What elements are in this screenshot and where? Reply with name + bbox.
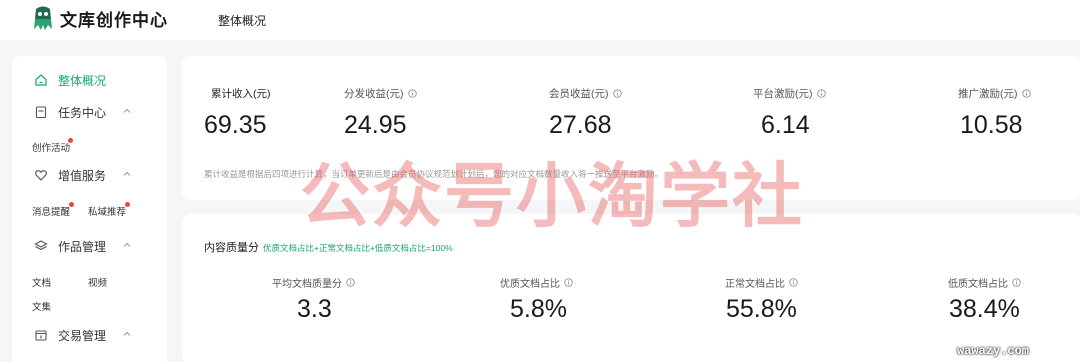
sidebar-item-label: 任务中心: [58, 105, 107, 120]
info-icon[interactable]: [612, 89, 622, 98]
sidebar-item-value-added[interactable]: 增值服务: [12, 162, 167, 188]
quality-label-average: 平均文档质量分: [272, 275, 355, 290]
metric-label-text: 会员收益(元): [549, 88, 609, 100]
home-icon: [35, 74, 47, 86]
quality-label-text: 正常文档占比: [725, 279, 785, 290]
layers-icon: [34, 240, 48, 251]
nav-overview[interactable]: 整体概况: [218, 12, 266, 29]
logo[interactable]: 文库创作中心: [32, 5, 168, 31]
sidebar-item-label: 整体概况: [58, 73, 107, 88]
metric-value-distribution: 24.95: [344, 111, 407, 139]
chevron-up-icon: [123, 171, 131, 176]
metric-label-text: 平台激励(元): [753, 88, 813, 100]
metric-label-text: 分发收益(元): [344, 88, 404, 100]
sidebar-item-label: 增值服务: [58, 168, 107, 183]
metric-label-promotion-incentive: 推广激励(元): [958, 86, 1031, 101]
sidebar-sub-create-activity[interactable]: 创作活动: [32, 140, 70, 154]
quality-value-high: 5.8%: [510, 295, 567, 323]
logo-text: 文库创作中心: [60, 10, 168, 30]
watermark-text: 公众号小淘学社: [300, 155, 804, 237]
chevron-up-icon: [123, 331, 131, 336]
sidebar-sub-message-reminder[interactable]: 消息提醒: [32, 204, 70, 218]
sidebar: 整体概况 任务中心 创作活动 增值服务 消息提醒 私域推荐 作品管理 文档 视频…: [12, 56, 167, 362]
quality-value-low: 38.4%: [949, 295, 1020, 323]
info-icon[interactable]: [564, 278, 573, 287]
info-icon[interactable]: [789, 278, 798, 287]
sidebar-item-overview[interactable]: 整体概况: [12, 67, 167, 93]
metric-value-membership: 27.68: [549, 111, 612, 139]
watermark-site: wawazy.com: [957, 344, 1030, 358]
quality-label-normal: 正常文档占比: [725, 275, 798, 290]
sidebar-item-transactions[interactable]: 交易管理: [12, 322, 167, 348]
metric-label-membership: 会员收益(元): [549, 86, 622, 101]
quality-formula: 优质文档占比+正常文档占比+低质文档占比=100%: [263, 243, 453, 253]
quality-label-high: 优质文档占比: [500, 275, 573, 290]
top-bar: 文库创作中心 整体概况: [0, 0, 1080, 40]
notification-dot: [125, 202, 130, 207]
sidebar-sub-collection[interactable]: 文集: [32, 299, 51, 313]
quality-header: 内容质量分 优质文档占比+正常文档占比+低质文档占比=100%: [204, 239, 453, 255]
quality-label-text: 优质文档占比: [500, 279, 560, 290]
metric-value-platform-incentive: 6.14: [761, 111, 810, 139]
notification-dot: [68, 138, 73, 143]
sidebar-item-works[interactable]: 作品管理: [12, 233, 167, 259]
info-icon[interactable]: [407, 89, 417, 98]
notification-dot: [69, 202, 74, 207]
metric-value-promotion-incentive: 10.58: [960, 111, 1023, 139]
quality-value-normal: 55.8%: [726, 295, 797, 323]
heart-icon: [35, 170, 47, 181]
task-icon: [35, 106, 47, 119]
sidebar-item-tasks[interactable]: 任务中心: [12, 99, 167, 125]
metric-value-total-income: 69.35: [204, 111, 267, 139]
metric-label-distribution: 分发收益(元): [344, 86, 417, 101]
transaction-icon: [35, 330, 47, 341]
chevron-up-icon: [123, 108, 131, 113]
info-icon[interactable]: [1012, 278, 1021, 287]
info-icon[interactable]: [346, 278, 355, 287]
quality-title: 内容质量分: [204, 242, 259, 254]
metric-label-total-income: 累计收入(元): [211, 86, 271, 101]
quality-label-text: 平均文档质量分: [272, 279, 342, 290]
sidebar-sub-private-recommend[interactable]: 私域推荐: [88, 204, 126, 218]
logo-icon: [34, 6, 52, 30]
info-icon[interactable]: [816, 89, 826, 98]
quality-label-low: 低质文档占比: [948, 275, 1021, 290]
metric-label-text: 推广激励(元): [958, 88, 1018, 100]
info-icon[interactable]: [1021, 89, 1031, 98]
sidebar-item-label: 作品管理: [58, 239, 107, 254]
sidebar-item-label: 交易管理: [58, 328, 107, 343]
quality-value-average: 3.3: [297, 295, 332, 323]
metric-label-text: 累计收入(元): [211, 88, 271, 100]
metric-label-platform-incentive: 平台激励(元): [753, 86, 826, 101]
sidebar-sub-doc[interactable]: 文档: [32, 275, 51, 289]
quality-label-text: 低质文档占比: [948, 279, 1008, 290]
sidebar-sub-video[interactable]: 视频: [88, 275, 107, 289]
chevron-up-icon: [123, 242, 131, 247]
